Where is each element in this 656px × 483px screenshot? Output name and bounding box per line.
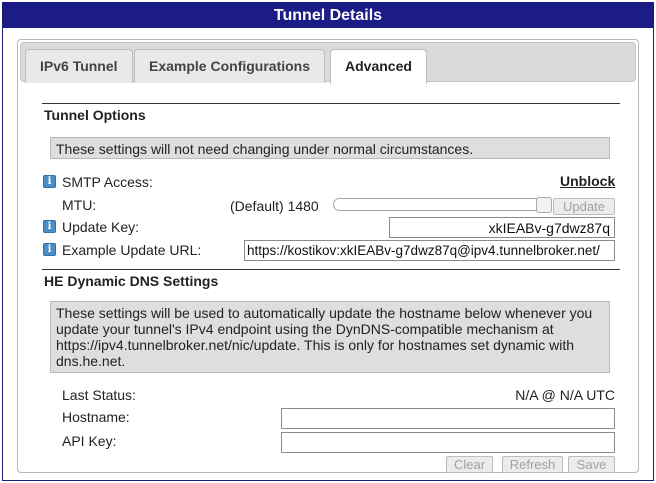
last-status-value: N/A @ N/A UTC (515, 387, 615, 403)
tab-panel: IPv6 Tunnel Example Configurations Advan… (17, 39, 639, 473)
example-update-url-label: Example Update URL: (62, 242, 202, 258)
dns-note-line: https://ipv4.tunnelbroker.net/nic/update… (56, 337, 575, 353)
info-icon[interactable]: i (43, 220, 56, 233)
tab-strip: IPv6 Tunnel Example Configurations Advan… (20, 42, 636, 84)
mtu-slider-thumb[interactable] (536, 197, 552, 213)
dns-divider (42, 269, 620, 270)
tab-example-configurations[interactable]: Example Configurations (134, 49, 326, 83)
tunnel-options-note: These settings will not need changing un… (50, 137, 610, 159)
tunnel-options-title: Tunnel Options (44, 107, 146, 123)
mtu-update-button[interactable]: Update (553, 198, 615, 215)
tunnel-options-divider (42, 103, 620, 104)
api-key-label: API Key: (62, 433, 117, 449)
tab-ipv6-tunnel[interactable]: IPv6 Tunnel (25, 49, 133, 83)
dns-note-line: dns.he.net. (56, 353, 126, 369)
save-button[interactable]: Save (568, 456, 615, 473)
dns-note-line: update your tunnel's IPv4 endpoint using… (56, 321, 554, 337)
example-update-url-input[interactable] (244, 240, 615, 261)
smtp-access-label: SMTP Access: (62, 174, 153, 190)
last-status-label: Last Status: (62, 387, 136, 403)
unblock-link[interactable]: Unblock (560, 173, 615, 189)
update-key-label: Update Key: (62, 219, 140, 235)
dns-settings-note: These settings will be used to automatic… (50, 301, 610, 373)
refresh-button[interactable]: Refresh (502, 456, 563, 473)
hostname-input[interactable] (281, 408, 615, 429)
tab-advanced[interactable]: Advanced (330, 49, 427, 84)
tunnel-details-window: Tunnel Details IPv6 Tunnel Example Confi… (2, 2, 654, 481)
info-icon[interactable]: i (43, 175, 56, 188)
api-key-input[interactable] (281, 432, 615, 453)
mtu-value: (Default) 1480 (230, 198, 319, 214)
hostname-label: Hostname: (62, 409, 130, 425)
clear-button[interactable]: Clear (446, 456, 493, 473)
window-title: Tunnel Details (3, 3, 653, 28)
dns-note-line: These settings will be used to automatic… (56, 305, 593, 321)
mtu-label: MTU: (62, 197, 97, 213)
update-key-input[interactable] (389, 217, 615, 238)
info-icon[interactable]: i (43, 243, 56, 256)
dns-settings-title: HE Dynamic DNS Settings (44, 273, 219, 289)
mtu-slider-track[interactable] (333, 198, 550, 211)
